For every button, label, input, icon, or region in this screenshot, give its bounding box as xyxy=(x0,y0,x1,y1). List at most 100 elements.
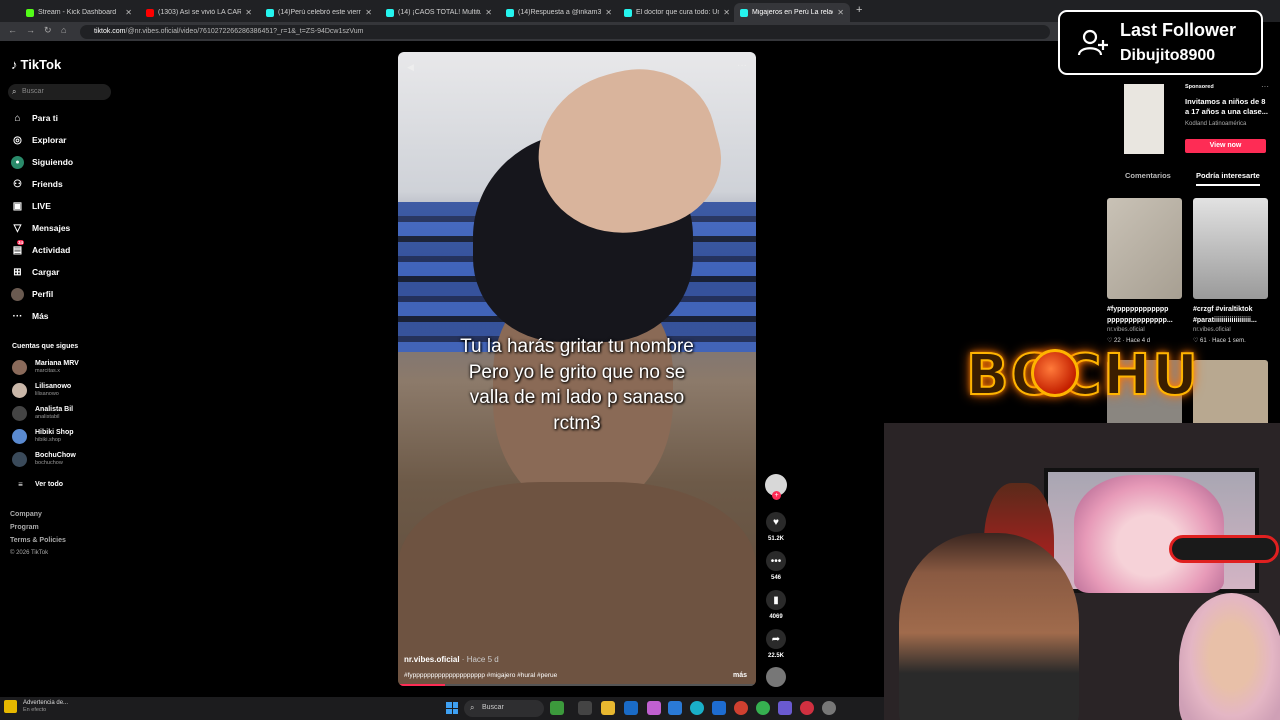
browser-tab[interactable]: (14) ¡CAOS TOTAL! Multitud ✕ xyxy=(380,3,498,22)
tab-podria-interesarte[interactable]: Podría interesarte xyxy=(1196,171,1260,186)
settings-icon[interactable] xyxy=(822,701,836,715)
chrome-icon[interactable] xyxy=(756,701,770,715)
tiktok-icon xyxy=(740,8,748,17)
close-icon[interactable]: ✕ xyxy=(485,8,492,17)
upload-icon: ⊞ xyxy=(13,266,22,278)
nav-item-perfil[interactable]: Perfil xyxy=(11,287,53,301)
like-button[interactable]: ♥ 51.2K xyxy=(763,512,789,542)
browser-tab[interactable]: Stream - Kick Dashboard ✕ xyxy=(20,3,138,22)
back-icon[interactable]: ← xyxy=(8,25,17,35)
forward-icon[interactable]: → xyxy=(26,25,35,35)
video-progress-bar[interactable] xyxy=(398,684,756,686)
close-icon[interactable]: ✕ xyxy=(245,8,252,17)
search-icon: ⌕ xyxy=(470,703,475,712)
obs-icon[interactable] xyxy=(800,701,814,715)
taskbar-search[interactable]: ⌕ Buscar xyxy=(464,700,544,717)
nav-item-cargar[interactable]: ⊞ Cargar xyxy=(11,265,59,279)
webcam-anime-screen xyxy=(1074,475,1224,593)
video-player[interactable]: ◀ ··· Tu la harás gritar tu nombre Pero … xyxy=(398,52,756,686)
view-now-button[interactable]: View now xyxy=(1185,139,1266,153)
followed-account[interactable]: Lilisanowo lilisanowo xyxy=(12,383,71,398)
edge-icon[interactable] xyxy=(690,701,704,715)
activity-badge: 34 xyxy=(17,239,25,245)
close-icon[interactable]: ✕ xyxy=(605,8,612,17)
music-disc-icon[interactable] xyxy=(766,667,786,687)
home-icon[interactable]: ⌂ xyxy=(61,25,66,35)
footer-link[interactable]: Terms & Policies xyxy=(10,537,66,544)
mail-icon[interactable] xyxy=(668,701,682,715)
video-author[interactable]: nr.vibes.oficial · Hace 5 d xyxy=(404,655,499,664)
footer-link[interactable]: Company xyxy=(10,511,42,518)
new-tab-button[interactable]: + xyxy=(856,4,862,16)
weather-widget[interactable]: Advertencia de... En efecto xyxy=(4,700,68,714)
footer-link[interactable]: Program xyxy=(10,524,39,531)
close-icon[interactable]: ✕ xyxy=(365,8,372,17)
following-icon: ● xyxy=(11,155,24,169)
warning-icon xyxy=(4,700,17,713)
avatar xyxy=(12,360,27,375)
nav-item-actividad[interactable]: ▤ 34 Actividad xyxy=(11,239,70,257)
tiktok-sidebar: ♪ TikTok ⌕ Buscar ⌂ Para ti ◎ Explorar ● Sigu… xyxy=(0,42,130,692)
video-caption[interactable]: pppppppppppppp... xyxy=(1107,315,1185,326)
nav-item-explorar[interactable]: ◎ Explorar xyxy=(11,133,66,147)
video-author[interactable]: nr.vibes.oficial xyxy=(1193,327,1231,333)
close-icon[interactable]: ✕ xyxy=(837,8,844,17)
live-icon: ▣ xyxy=(12,200,23,212)
app-icon[interactable] xyxy=(712,701,726,715)
video-hashtags[interactable]: #fypppppppppppppppppppp #migajero #hural… xyxy=(404,672,604,679)
share-button[interactable]: ➦ 22.5K xyxy=(763,629,789,659)
ad-title[interactable]: Invitamos a niños de 8 a 17 años a una c… xyxy=(1185,97,1270,117)
tiktok-logo[interactable]: ♪ TikTok xyxy=(11,57,61,72)
file-explorer-icon[interactable] xyxy=(601,701,615,715)
tiktok-note-icon: ♪ xyxy=(11,57,18,72)
video-caption[interactable]: #paratiiiiiiiiiiiiiiiiiii... xyxy=(1193,315,1271,326)
nav-item-mensajes[interactable]: ▽ Mensajes xyxy=(11,221,71,235)
more-link[interactable]: más xyxy=(733,672,747,679)
last-follower-widget: Last Follower Dibujito8900 xyxy=(1058,10,1263,75)
nav-item-friends[interactable]: ⚇ Friends xyxy=(11,177,63,191)
discord-icon[interactable] xyxy=(778,701,792,715)
follow-plus-icon[interactable]: + xyxy=(772,491,781,500)
chrome-icon[interactable] xyxy=(734,701,748,715)
video-thumbnail[interactable] xyxy=(1193,198,1268,299)
store-icon[interactable] xyxy=(624,701,638,715)
followed-account[interactable]: Mariana MRV marcitas.x xyxy=(12,360,79,375)
save-button[interactable]: ▮ 4069 xyxy=(763,590,789,620)
see-all-link[interactable]: ≡ Ver todo xyxy=(14,477,63,491)
video-caption[interactable]: #fypppppppppppp xyxy=(1107,304,1185,315)
followed-account[interactable]: Hibiki Shop hibiki.shop xyxy=(12,429,74,444)
video-author[interactable]: nr.vibes.oficial xyxy=(1107,327,1145,333)
search-input[interactable]: ⌕ Buscar xyxy=(8,84,111,100)
tab-comentarios[interactable]: Comentarios xyxy=(1125,171,1171,180)
browser-tab[interactable]: (14)Perú celebró este viernes e✕ xyxy=(260,3,378,22)
tiktok-icon xyxy=(624,8,632,17)
browser-tab[interactable]: (1303) Así se vivió LA CARRERA✕ xyxy=(140,3,258,22)
task-view-icon[interactable] xyxy=(578,701,592,715)
browser-tab-active[interactable]: Migajeros en Perú La relación✕ xyxy=(734,3,850,22)
comment-button[interactable]: ••• 546 xyxy=(763,551,789,581)
more-options-icon[interactable]: ··· xyxy=(737,60,747,71)
profile-icon xyxy=(11,287,24,301)
close-icon[interactable]: ✕ xyxy=(723,8,730,17)
close-icon[interactable]: ✕ xyxy=(125,8,132,17)
more-options-icon[interactable]: ··· xyxy=(1261,82,1269,91)
app-icon[interactable] xyxy=(647,701,661,715)
widgets-icon[interactable] xyxy=(550,701,564,715)
url-field[interactable]: tiktok.com/@nr.vibes.oficial/video/76102… xyxy=(80,25,1050,39)
reload-icon[interactable]: ↻ xyxy=(44,25,52,36)
home-icon: ⌂ xyxy=(14,112,21,124)
browser-tab[interactable]: El doctor que cura todo: Umar✕ xyxy=(618,3,736,22)
progress-fill xyxy=(398,684,445,686)
followed-account[interactable]: BochuChow bochuchow xyxy=(12,452,76,467)
browser-tab[interactable]: (14)Respuesta a @inkam32 Pa✕ xyxy=(500,3,618,22)
nav-item-para-ti[interactable]: ⌂ Para ti xyxy=(11,111,58,125)
followed-account[interactable]: Analista Bil analistabil xyxy=(12,406,73,421)
nav-item-siguiendo[interactable]: ● Siguiendo xyxy=(11,155,73,169)
volume-icon[interactable]: ◀ xyxy=(407,62,414,73)
video-caption[interactable]: #crzgf #viraltiktok xyxy=(1193,304,1271,315)
windows-start-icon[interactable] xyxy=(446,702,458,714)
video-thumbnail[interactable] xyxy=(1107,198,1182,299)
nav-item-live[interactable]: ▣ LIVE xyxy=(11,199,51,213)
nav-item-mas[interactable]: ··· Más xyxy=(11,309,49,323)
ad-thumbnail[interactable] xyxy=(1124,84,1164,154)
